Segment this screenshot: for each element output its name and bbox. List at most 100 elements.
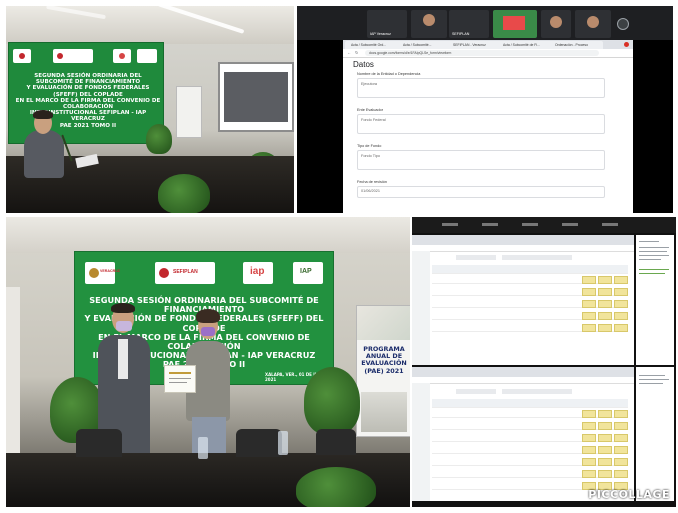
table-header-row [432,399,628,408]
event-poster [176,86,202,138]
address-bar: ← ↻ docs.google.com/forms/d/e/1FAIpQLSe_… [343,49,633,58]
table-row[interactable] [432,311,628,320]
hair [33,110,53,119]
table-row[interactable] [432,275,628,284]
table-row[interactable] [432,421,628,430]
table-row[interactable] [432,287,628,296]
dropdown[interactable] [456,255,496,260]
form-title: Datos [353,60,374,69]
status-cell [614,288,628,296]
logo-text: VERACRUZ [100,269,120,273]
table-row[interactable] [432,457,628,466]
browser-tab[interactable]: Ordenación - Proceso [549,41,603,49]
note-line [639,259,661,260]
status-cell [598,458,612,466]
participant-name: SEFIPLAN [452,32,470,36]
form-field[interactable]: 01/06/2021 [357,186,605,198]
dropdown[interactable] [502,255,572,260]
participant-tile [411,10,447,38]
certificate-line [169,382,187,383]
browser-tab[interactable]: Acta / Subcomité... [397,41,451,49]
spreadsheet-screenshots: PICCOLLAGE [412,217,676,507]
browser-tab-bar [412,367,634,377]
url-input[interactable]: docs.google.com/forms/d/e/1FAIpQLSe_form… [365,50,599,56]
browser-tab[interactable]: Acta / Subcomité de Fi... [497,41,553,49]
water-bottle [198,437,208,459]
status-cell [582,434,596,442]
reload-icon[interactable]: ↻ [355,50,358,55]
face-mask [116,321,132,331]
browser-tab[interactable]: SEFIPLAN - Veracruz [447,41,501,49]
dropdown[interactable] [502,389,572,394]
dropdown[interactable] [456,389,496,394]
field-value: Fondo Federal [361,118,386,122]
status-cell [598,434,612,442]
form-field[interactable]: Fondo Tipo [357,150,605,170]
status-cell [598,300,612,308]
status-cell [582,446,596,454]
note-line [639,255,669,256]
status-cell [598,288,612,296]
plant [296,467,376,507]
status-cell [598,422,612,430]
spreadsheet-window [412,235,634,365]
status-cell [614,324,628,332]
iap-veracruz-logo: IAP [293,262,323,284]
participant-logo [503,16,525,30]
certificate [164,365,196,393]
table-row[interactable] [432,323,628,332]
status-cell [582,410,596,418]
table-row[interactable] [432,299,628,308]
close-icon[interactable] [624,42,629,47]
toolbar-label [482,223,498,226]
meeting-control-icon[interactable] [617,18,629,30]
participant-tile [575,10,611,38]
hair [111,303,135,313]
sefiplan-logo [53,49,93,63]
status-cell [598,312,612,320]
status-cell [582,300,596,308]
participant-tile [493,10,537,38]
table-row[interactable] [432,469,628,478]
toolbar-label [602,223,618,226]
participant-face [423,14,435,26]
chair [316,429,356,455]
table-row[interactable] [432,445,628,454]
note-line [639,251,667,252]
status-cell [614,276,628,284]
face-mask [201,327,215,336]
video-call-projection [224,72,288,122]
table-row[interactable] [432,409,628,418]
sheet-sidebar [412,251,430,365]
participant-tile: IAP Veracruz [367,10,407,38]
sheet-sidebar [412,383,430,501]
logo-text: iap [250,266,265,277]
status-cell [582,458,596,466]
browser-tab[interactable]: Acta / Subcomité Ord... [345,41,401,49]
field-label: Ente Evaluador [357,108,383,112]
field-label: Fecha de revisión [357,180,387,184]
plant [158,174,210,213]
poster-graphic [357,306,410,340]
form-field[interactable]: Ejecutora [357,78,605,98]
projection-screen [218,62,294,132]
status-cell [598,470,612,478]
form-field[interactable]: Fondo Federal [357,114,605,134]
plant [304,367,360,435]
participant-name: IAP Veracruz [370,32,391,36]
status-cell [614,410,628,418]
participant-tile: SEFIPLAN [449,10,489,38]
table-header-row [432,265,628,274]
table-row[interactable] [432,433,628,442]
note-line [639,273,665,274]
spreadsheet-window [412,367,634,501]
sefiplan-logo: SEFIPLAN [155,262,215,284]
ceiling [6,6,294,44]
status-cell [614,312,628,320]
chair [236,429,282,457]
status-cell [614,470,628,478]
field-label: Nombre de la Entidad o Dependencia [357,72,421,76]
browser-tab-bar: Acta / Subcomité Ord... Acta / Subcomité… [343,40,633,49]
back-icon[interactable]: ← [347,50,351,55]
participant-tile [541,10,571,38]
